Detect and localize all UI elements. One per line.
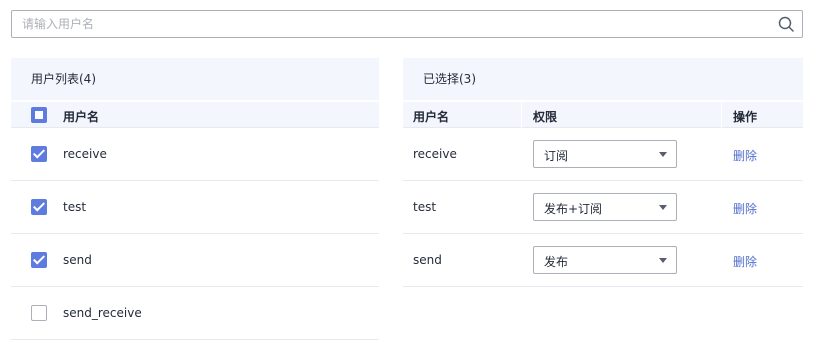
user-name: receive <box>63 147 107 161</box>
user-name: send <box>63 253 92 267</box>
user-checkbox-send[interactable] <box>31 252 47 268</box>
user-name: test <box>63 200 87 214</box>
search-box[interactable] <box>11 10 803 38</box>
permission-value: 订阅 <box>544 149 569 163</box>
chevron-down-icon <box>659 258 667 263</box>
selected-users-panel: 已选择(3) 用户名 权限 操作 receive 订阅 删除 test 发布+订… <box>403 58 803 287</box>
delete-link[interactable]: 删除 <box>733 253 757 270</box>
delete-link[interactable]: 删除 <box>733 147 757 164</box>
user-list-header: 用户名 <box>11 100 379 128</box>
search-icon[interactable] <box>778 16 794 32</box>
chevron-down-icon <box>659 205 667 210</box>
column-header-permission: 权限 <box>533 110 558 124</box>
user-list-title: 用户列表(4) <box>11 58 379 100</box>
user-checkbox-receive[interactable] <box>31 146 47 162</box>
user-row-send-receive[interactable]: send_receive <box>11 287 379 340</box>
user-checkbox-test[interactable] <box>31 199 47 215</box>
chevron-down-icon <box>659 152 667 157</box>
permission-value: 发布+订阅 <box>544 202 603 216</box>
column-divider <box>721 102 722 130</box>
selected-row-receive: receive 订阅 删除 <box>403 128 803 181</box>
selected-username: send <box>413 253 442 267</box>
search-input[interactable] <box>22 11 772 37</box>
column-header-username: 用户名 <box>413 110 450 124</box>
user-row-send[interactable]: send <box>11 234 379 287</box>
selected-row-test: test 发布+订阅 删除 <box>403 181 803 234</box>
user-list-panel: 用户列表(4) 用户名 receive test send send_recei… <box>11 58 379 340</box>
column-header-action: 操作 <box>733 110 758 124</box>
select-all-checkbox[interactable] <box>31 107 47 123</box>
selected-table-header: 用户名 权限 操作 <box>403 100 803 130</box>
permission-value: 发布 <box>544 255 569 269</box>
permission-select[interactable]: 发布 <box>533 246 677 274</box>
selected-title: 已选择(3) <box>403 58 803 100</box>
user-checkbox-send-receive[interactable] <box>31 305 47 321</box>
username-column-header: 用户名 <box>63 110 100 124</box>
permission-select[interactable]: 订阅 <box>533 140 677 168</box>
selected-row-send: send 发布 删除 <box>403 234 803 287</box>
permission-select[interactable]: 发布+订阅 <box>533 193 677 221</box>
selected-username: receive <box>413 147 457 161</box>
delete-link[interactable]: 删除 <box>733 200 757 217</box>
selected-username: test <box>413 200 437 214</box>
column-divider <box>521 102 522 130</box>
user-name: send_receive <box>63 306 142 320</box>
user-row-receive[interactable]: receive <box>11 128 379 181</box>
user-row-test[interactable]: test <box>11 181 379 234</box>
